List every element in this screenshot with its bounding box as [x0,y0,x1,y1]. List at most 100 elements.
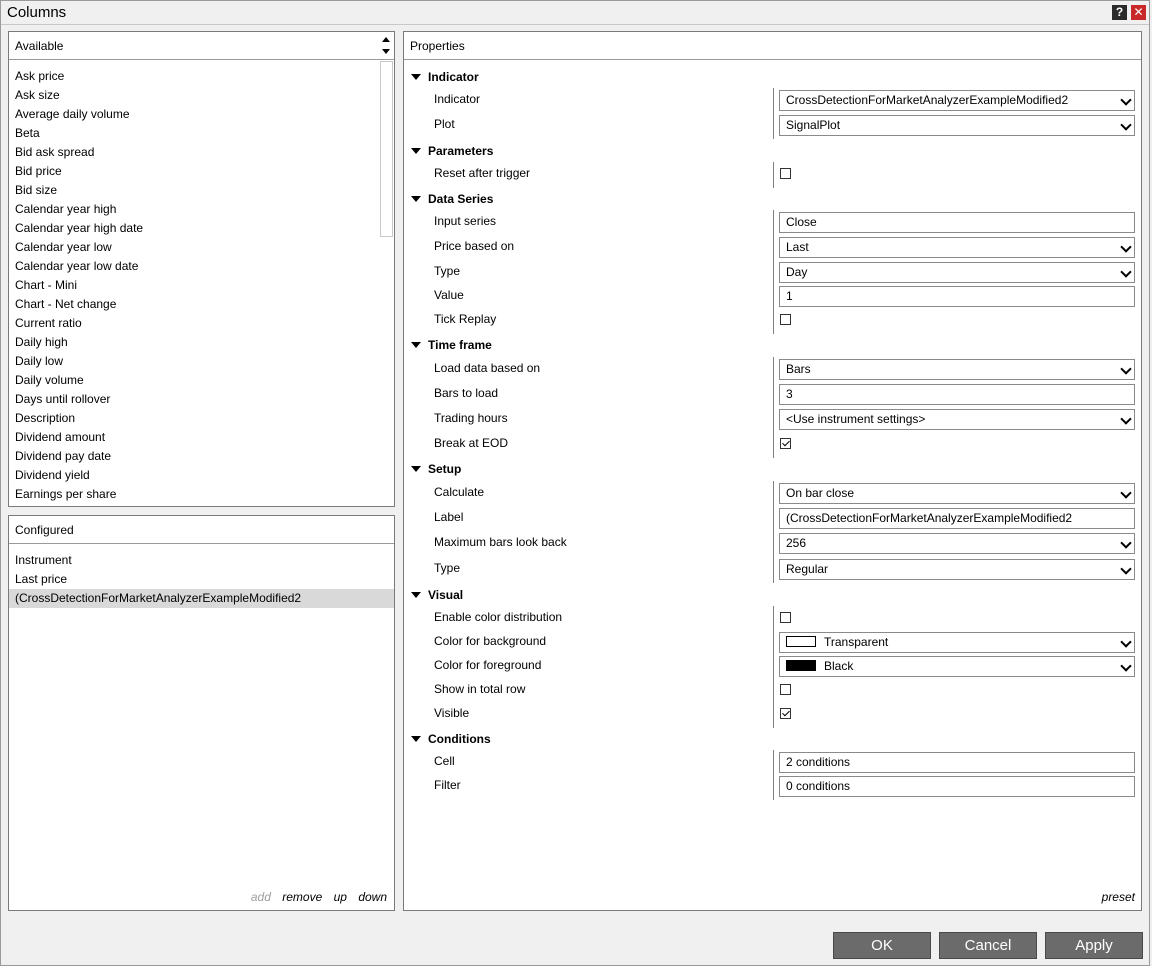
category-parameters[interactable]: Parameters [404,141,1141,163]
column-divider[interactable] [773,606,774,632]
column-divider[interactable] [773,678,774,704]
category-setup[interactable]: Setup [404,459,1141,481]
collapse-arrow-icon[interactable] [411,196,421,202]
scroll-down-icon[interactable] [382,49,390,54]
collapse-arrow-icon[interactable] [411,466,421,472]
type-select[interactable]: Day [779,262,1135,283]
trading-hours-select[interactable]: <Use instrument settings> [779,409,1135,430]
column-divider[interactable] [773,88,774,114]
column-divider[interactable] [773,210,774,236]
column-divider[interactable] [773,750,774,776]
column-divider[interactable] [773,308,774,334]
remove-link[interactable]: remove [282,890,322,904]
filter-conditions-field[interactable]: 0 conditions [779,776,1135,797]
scrollbar-thumb[interactable] [380,61,393,237]
list-item-selected[interactable]: (CrossDetectionForMarketAnalyzerExampleM… [9,589,394,608]
category-time-frame[interactable]: Time frame [404,335,1141,357]
plot-select[interactable]: SignalPlot [779,115,1135,136]
apply-button[interactable]: Apply [1045,932,1143,959]
list-item[interactable]: Current ratio [9,314,378,333]
list-item[interactable]: Chart - Mini [9,276,378,295]
load-data-based-on-select[interactable]: Bars [779,359,1135,380]
list-item[interactable]: Dividend yield [9,466,378,485]
list-item[interactable]: Chart - Net change [9,295,378,314]
category-visual[interactable]: Visual [404,585,1141,607]
preset-link[interactable]: preset [1102,890,1135,904]
scroll-up-icon[interactable] [382,37,390,42]
cell-conditions-field[interactable]: 2 conditions [779,752,1135,773]
column-divider[interactable] [773,260,774,286]
category-indicator[interactable]: Indicator [404,67,1141,89]
column-divider[interactable] [773,432,774,458]
collapse-arrow-icon[interactable] [411,74,421,80]
enable-color-distribution-checkbox[interactable] [780,612,791,623]
column-divider[interactable] [773,113,774,139]
indicator-select[interactable]: CrossDetectionForMarketAnalyzerExampleMo… [779,90,1135,111]
list-item[interactable]: Description [9,409,378,428]
color-foreground-select[interactable]: Black [779,656,1135,677]
collapse-arrow-icon[interactable] [411,592,421,598]
list-item[interactable]: Average daily volume [9,105,378,124]
column-divider[interactable] [773,557,774,583]
label-field[interactable]: (CrossDetectionForMarketAnalyzerExampleM… [779,508,1135,529]
column-divider[interactable] [773,702,774,728]
collapse-arrow-icon[interactable] [411,736,421,742]
bars-to-load-field[interactable]: 3 [779,384,1135,405]
sort-arrows[interactable] [380,33,392,59]
collapse-arrow-icon[interactable] [411,148,421,154]
list-item[interactable]: Calendar year high date [9,219,378,238]
list-item[interactable]: Last price [9,570,394,589]
list-item[interactable]: Bid ask spread [9,143,378,162]
list-item[interactable]: Calendar year high [9,200,378,219]
column-divider[interactable] [773,531,774,557]
column-divider[interactable] [773,235,774,261]
visible-checkbox[interactable] [780,708,791,719]
column-divider[interactable] [773,774,774,800]
input-series-field[interactable]: Close [779,212,1135,233]
max-bars-look-back-select[interactable]: 256 [779,533,1135,554]
column-divider[interactable] [773,162,774,188]
ok-button[interactable]: OK [833,932,931,959]
column-divider[interactable] [773,284,774,310]
add-link[interactable]: add [251,890,271,904]
column-divider[interactable] [773,654,774,680]
list-item[interactable]: Ask size [9,86,378,105]
list-item[interactable]: Daily high [9,333,378,352]
price-based-on-select[interactable]: Last [779,237,1135,258]
show-in-total-row-checkbox[interactable] [780,684,791,695]
value-field[interactable]: 1 [779,286,1135,307]
category-conditions[interactable]: Conditions [404,729,1141,751]
close-button[interactable]: ✕ [1131,5,1146,20]
tick-replay-checkbox[interactable] [780,314,791,325]
column-divider[interactable] [773,506,774,532]
column-divider[interactable] [773,407,774,433]
column-divider[interactable] [773,630,774,656]
reset-after-trigger-checkbox[interactable] [780,168,791,179]
color-background-select[interactable]: Transparent [779,632,1135,653]
up-link[interactable]: up [334,890,347,904]
column-divider[interactable] [773,382,774,408]
help-button[interactable]: ? [1112,5,1127,20]
list-item[interactable]: Beta [9,124,378,143]
setup-type-select[interactable]: Regular [779,559,1135,580]
list-item[interactable]: Bid size [9,181,378,200]
column-divider[interactable] [773,481,774,507]
cancel-button[interactable]: Cancel [939,932,1037,959]
collapse-arrow-icon[interactable] [411,342,421,348]
list-item[interactable]: Daily volume [9,371,378,390]
list-item[interactable]: Dividend pay date [9,447,378,466]
list-item[interactable]: Instrument [9,551,394,570]
list-item[interactable]: Daily low [9,352,378,371]
list-item[interactable]: Calendar year low date [9,257,378,276]
down-link[interactable]: down [358,890,387,904]
calculate-select[interactable]: On bar close [779,483,1135,504]
break-at-eod-checkbox[interactable] [780,438,791,449]
available-scrollbar[interactable] [379,61,394,506]
list-item[interactable]: Ask price [9,67,378,86]
list-item[interactable]: Earnings per share [9,485,378,504]
list-item[interactable]: Calendar year low [9,238,378,257]
list-item[interactable]: Days until rollover [9,390,378,409]
category-data-series[interactable]: Data Series [404,189,1141,211]
list-item[interactable]: Bid price [9,162,378,181]
column-divider[interactable] [773,357,774,383]
